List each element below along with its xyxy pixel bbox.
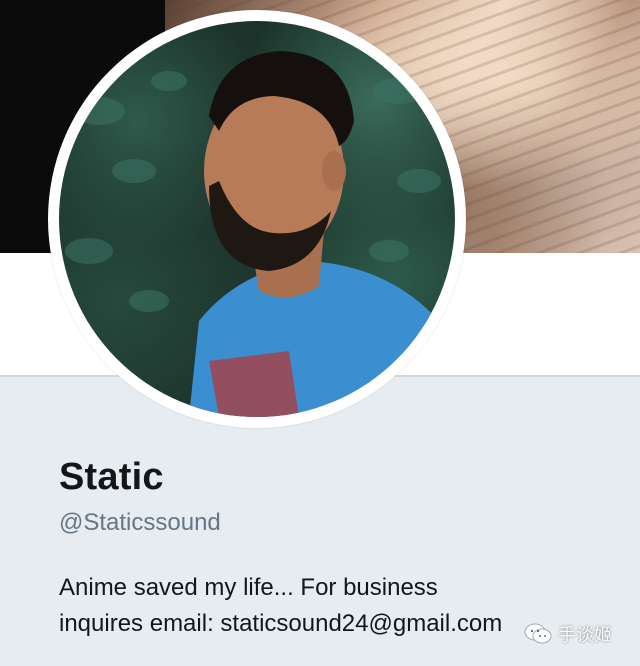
avatar[interactable] xyxy=(59,21,455,417)
watermark: 手谈姬 xyxy=(524,620,612,648)
watermark-text: 手谈姬 xyxy=(558,625,612,646)
profile-page: Static @Staticssound Anime saved my life… xyxy=(0,0,640,666)
avatar-ear xyxy=(322,151,346,191)
avatar-shirt-graphic xyxy=(209,351,299,417)
profile-bio-line: Anime saved my life... For business xyxy=(59,574,438,601)
profile-handle[interactable]: @Staticssound xyxy=(59,509,221,537)
wechat-logo-icon xyxy=(524,623,552,644)
profile-bio: Anime saved my life... For business inqu… xyxy=(59,570,599,642)
profile-bio-line: inquires email: staticsound24@gmail.com xyxy=(59,610,503,637)
avatar-photo xyxy=(65,51,455,417)
profile-display-name: Static xyxy=(59,456,164,498)
